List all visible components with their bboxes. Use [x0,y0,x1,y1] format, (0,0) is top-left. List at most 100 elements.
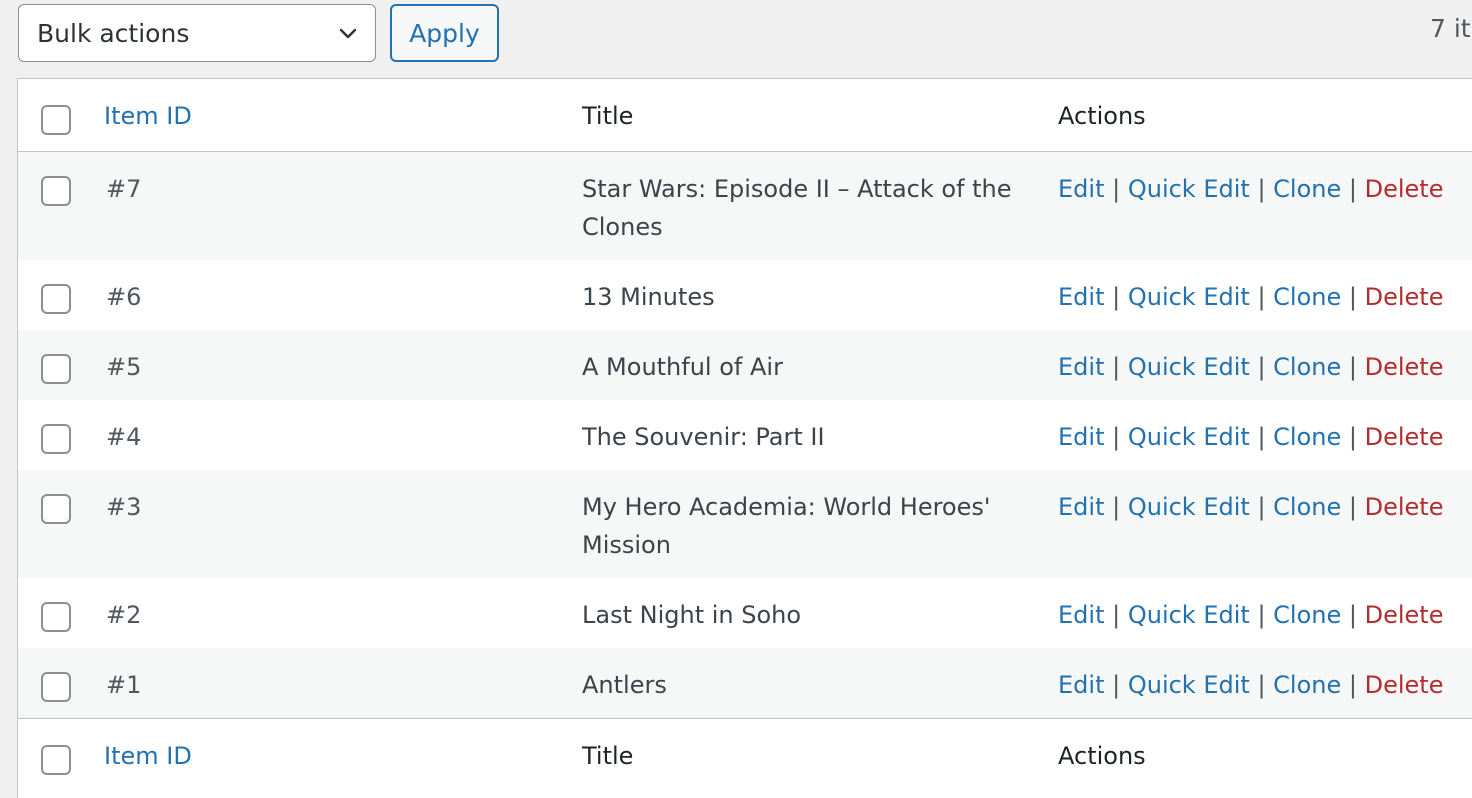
edit-link[interactable]: Edit [1058,423,1104,451]
item-title: Antlers [582,671,667,699]
action-separator: | [1257,353,1274,381]
delete-link[interactable]: Delete [1365,353,1444,381]
item-id: #7 [106,175,142,203]
row-actions: Edit | Quick Edit | Clone | Delete [1058,170,1443,208]
action-separator: | [1348,175,1365,203]
clone-link[interactable]: Clone [1273,423,1341,451]
edit-link[interactable]: Edit [1058,175,1104,203]
row-actions: Edit | Quick Edit | Clone | Delete [1058,348,1443,386]
row-checkbox[interactable] [41,672,71,702]
clone-link[interactable]: Clone [1273,493,1341,521]
apply-button[interactable]: Apply [390,4,499,62]
table-row: #7 Star Wars: Episode II – Attack of the… [18,152,1472,260]
delete-link[interactable]: Delete [1365,493,1444,521]
row-checkbox[interactable] [41,284,71,314]
item-title: A Mouthful of Air [582,353,783,381]
action-separator: | [1257,493,1274,521]
select-all-checkbox[interactable] [41,105,71,135]
row-checkbox[interactable] [41,176,71,206]
action-separator: | [1112,175,1128,203]
delete-link[interactable]: Delete [1365,175,1444,203]
edit-link[interactable]: Edit [1058,283,1104,311]
item-title: My Hero Academia: World Heroes' Mission [582,493,991,559]
action-separator: | [1112,671,1128,699]
action-separator: | [1257,423,1274,451]
column-footer-actions: Actions [1058,742,1146,770]
row-actions: Edit | Quick Edit | Clone | Delete [1058,666,1443,704]
column-footer-item-id[interactable]: Item ID [104,737,192,775]
chevron-down-icon [339,28,357,39]
edit-link[interactable]: Edit [1058,493,1104,521]
action-separator: | [1112,283,1128,311]
action-separator: | [1348,493,1365,521]
column-footer-title: Title [582,742,634,770]
action-separator: | [1257,671,1274,699]
clone-link[interactable]: Clone [1273,601,1341,629]
items-count: 7 items [1430,14,1472,43]
row-actions: Edit | Quick Edit | Clone | Delete [1058,596,1443,634]
item-title: 13 Minutes [582,283,715,311]
table-row: #3 My Hero Academia: World Heroes' Missi… [18,470,1472,578]
select-all-checkbox-footer[interactable] [41,745,71,775]
item-id: #1 [106,671,142,699]
quick-edit-link[interactable]: Quick Edit [1128,283,1250,311]
row-actions: Edit | Quick Edit | Clone | Delete [1058,418,1443,456]
delete-link[interactable]: Delete [1365,601,1444,629]
action-separator: | [1348,353,1365,381]
item-id: #3 [106,493,142,521]
row-checkbox[interactable] [41,354,71,384]
action-separator: | [1112,353,1128,381]
clone-link[interactable]: Clone [1273,671,1341,699]
quick-edit-link[interactable]: Quick Edit [1128,601,1250,629]
clone-link[interactable]: Clone [1273,283,1341,311]
action-separator: | [1257,283,1274,311]
bulk-actions-select[interactable]: Bulk actions [18,4,376,62]
action-separator: | [1348,423,1365,451]
item-id: #5 [106,353,142,381]
column-header-actions: Actions [1058,102,1146,130]
quick-edit-link[interactable]: Quick Edit [1128,493,1250,521]
items-table: Item ID Title Actions #7 Star Wars: Epis… [17,78,1472,798]
clone-link[interactable]: Clone [1273,175,1341,203]
action-separator: | [1112,601,1128,629]
item-id: #6 [106,283,142,311]
table-header-row: Item ID Title Actions [18,79,1472,152]
table-row: #4 The Souvenir: Part II Edit | Quick Ed… [18,400,1472,470]
action-separator: | [1348,283,1365,311]
item-title: Last Night in Soho [582,601,802,629]
table-row: #1 Antlers Edit | Quick Edit | Clone | D… [18,648,1472,718]
item-id: #4 [106,423,142,451]
quick-edit-link[interactable]: Quick Edit [1128,423,1250,451]
clone-link[interactable]: Clone [1273,353,1341,381]
quick-edit-link[interactable]: Quick Edit [1128,353,1250,381]
quick-edit-link[interactable]: Quick Edit [1128,671,1250,699]
row-actions: Edit | Quick Edit | Clone | Delete [1058,488,1443,526]
item-title: Star Wars: Episode II – Attack of the Cl… [582,175,1012,241]
table-row: #6 13 Minutes Edit | Quick Edit | Clone … [18,260,1472,330]
action-separator: | [1348,601,1365,629]
table-footer-row: Item ID Title Actions [18,718,1472,788]
delete-link[interactable]: Delete [1365,423,1444,451]
action-separator: | [1112,423,1128,451]
quick-edit-link[interactable]: Quick Edit [1128,175,1250,203]
edit-link[interactable]: Edit [1058,671,1104,699]
action-separator: | [1112,493,1128,521]
table-row: #2 Last Night in Soho Edit | Quick Edit … [18,578,1472,648]
column-header-item-id[interactable]: Item ID [104,97,192,135]
action-separator: | [1348,671,1365,699]
delete-link[interactable]: Delete [1365,671,1444,699]
bulk-actions-label: Bulk actions [37,18,190,48]
item-title: The Souvenir: Part II [582,423,825,451]
row-checkbox[interactable] [41,494,71,524]
row-checkbox[interactable] [41,424,71,454]
delete-link[interactable]: Delete [1365,283,1444,311]
row-actions: Edit | Quick Edit | Clone | Delete [1058,278,1443,316]
row-checkbox[interactable] [41,602,71,632]
edit-link[interactable]: Edit [1058,353,1104,381]
tablenav-top: Bulk actions Apply 7 items [0,0,1472,78]
action-separator: | [1257,175,1274,203]
column-header-title: Title [582,102,634,130]
item-id: #2 [106,601,142,629]
edit-link[interactable]: Edit [1058,601,1104,629]
action-separator: | [1257,601,1274,629]
